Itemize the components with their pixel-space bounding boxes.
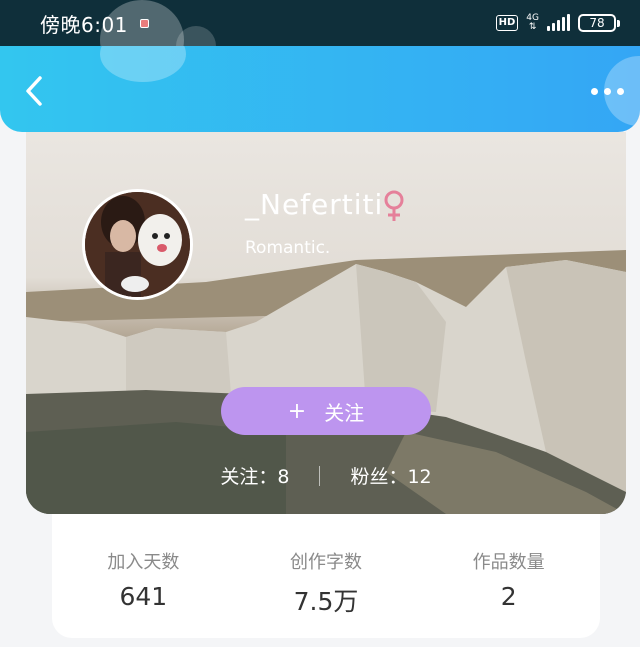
following-count[interactable]: 关注：8 bbox=[220, 462, 289, 489]
profile-cover: _Nefertiti Romantic. + 关注 关注：8 粉丝：12 bbox=[26, 132, 626, 514]
data-arrows-icon: ⇅ bbox=[528, 22, 537, 32]
info-label: 创作字数 bbox=[289, 552, 362, 573]
info-works-count[interactable]: 作品数量 2 bbox=[429, 548, 589, 611]
followers-count[interactable]: 粉丝：12 bbox=[350, 462, 431, 489]
username: _Nefertiti bbox=[245, 188, 384, 221]
battery-icon: 78 bbox=[578, 14, 620, 32]
info-label: 加入天数 bbox=[107, 552, 180, 573]
more-dot bbox=[591, 88, 598, 95]
more-dot bbox=[617, 88, 624, 95]
stats-divider bbox=[319, 465, 321, 486]
female-icon bbox=[384, 190, 404, 221]
top-nav-bar bbox=[0, 46, 640, 132]
info-word-count: 创作字数 7.5万 bbox=[246, 548, 406, 618]
follow-stats: 关注：8 粉丝：12 bbox=[26, 462, 626, 489]
more-dot bbox=[604, 88, 611, 95]
decorative-bubble bbox=[100, 46, 186, 82]
profile-info-card: 加入天数 641 创作字数 7.5万 作品数量 2 bbox=[52, 514, 600, 638]
more-options-button[interactable] bbox=[591, 88, 624, 95]
info-value: 641 bbox=[119, 582, 168, 611]
info-days-joined: 加入天数 641 bbox=[63, 548, 223, 611]
battery-level: 78 bbox=[578, 14, 616, 32]
hd-badge: HD bbox=[495, 15, 519, 31]
info-label: 作品数量 bbox=[472, 552, 545, 573]
plus-icon: + bbox=[287, 398, 307, 424]
follow-button-label: 关注 bbox=[324, 400, 365, 425]
network-type: 4G ⇅ bbox=[526, 14, 539, 32]
avatar-image bbox=[85, 192, 190, 297]
status-right: HD 4G ⇅ 78 bbox=[495, 14, 620, 32]
signal-icon bbox=[547, 14, 570, 31]
status-bar: 傍晚6:01 HD 4G ⇅ 78 bbox=[0, 0, 640, 46]
info-value: 7.5万 bbox=[293, 587, 359, 616]
back-button[interactable] bbox=[20, 74, 50, 108]
avatar[interactable] bbox=[82, 189, 193, 300]
follow-button[interactable]: + 关注 bbox=[221, 387, 431, 435]
info-value: 2 bbox=[500, 582, 517, 611]
bio-text: Romantic. bbox=[245, 238, 331, 258]
